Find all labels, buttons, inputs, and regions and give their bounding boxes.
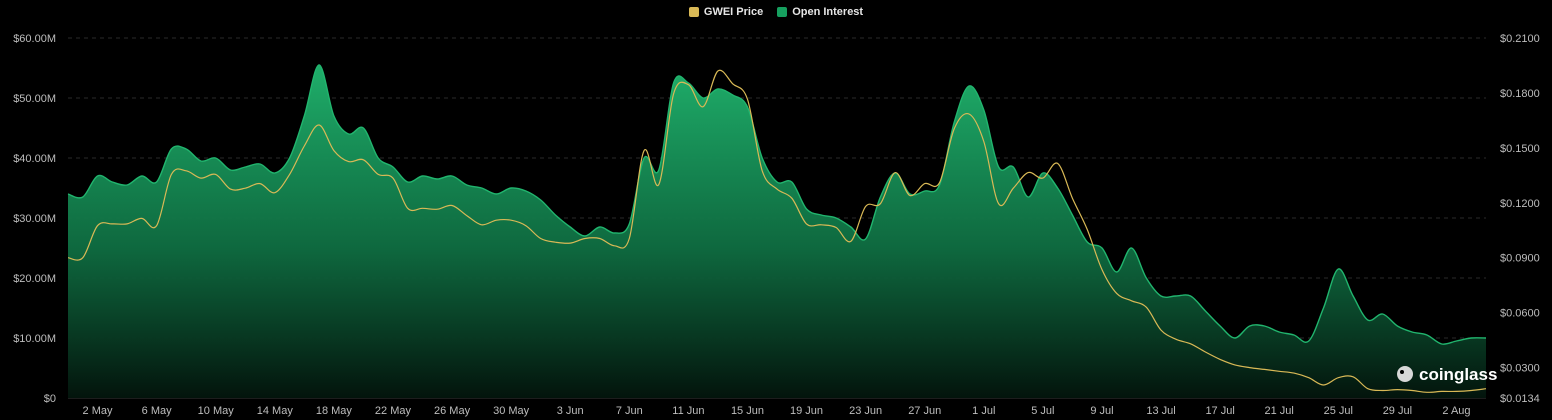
x-axis-tick-label: 1 Jul — [972, 405, 995, 417]
x-axis-tick-label: 15 Jun — [731, 405, 764, 417]
watermark-text: coinglass — [1419, 365, 1497, 384]
x-axis-tick-label: 10 May — [198, 405, 235, 417]
x-axis-tick-label: 30 May — [493, 405, 530, 417]
right-axis-tick-label: $0.1200 — [1500, 198, 1540, 210]
left-axis: $0 $10.00M $20.00M $30.00M $40.00M $50.00M $60… — [13, 33, 56, 405]
x-axis-tick-label: 21 Jul — [1265, 405, 1294, 417]
left-axis-tick-label: $40.00M — [13, 153, 56, 165]
x-axis-tick-label: 2 Aug — [1442, 405, 1470, 417]
right-axis-tick-label: $0.0300 — [1500, 363, 1540, 375]
right-axis-tick-label: $0.1500 — [1500, 143, 1540, 155]
x-axis-tick-label: 29 Jul — [1383, 405, 1412, 417]
left-axis-tick-label: $10.00M — [13, 333, 56, 345]
left-axis-tick-label: $20.00M — [13, 273, 56, 285]
coinglass-logo-icon — [1397, 366, 1413, 382]
x-axis-tick-label: 2 May — [83, 405, 113, 417]
right-axis-tick-label: $0.0600 — [1500, 308, 1540, 320]
x-axis-tick-label: 9 Jul — [1090, 405, 1113, 417]
x-axis-tick-label: 23 Jun — [849, 405, 882, 417]
chart-plot: $0 $10.00M $20.00M $30.00M $40.00M $50.00M $60… — [13, 33, 1540, 417]
x-axis-tick-label: 19 Jun — [790, 405, 823, 417]
coinglass-logo-icon-detail — [1400, 370, 1404, 374]
left-axis-tick-label: $30.00M — [13, 213, 56, 225]
left-axis-tick-label: $60.00M — [13, 33, 56, 45]
right-axis-tick-label: $0.0134 — [1500, 393, 1540, 405]
x-axis-tick-label: 11 Jun — [672, 405, 704, 417]
right-axis-tick-label: $0.1800 — [1500, 88, 1540, 100]
left-axis-tick-label: $50.00M — [13, 93, 56, 105]
x-axis: 2 May 6 May 10 May 14 May 18 May 22 May 26 May… — [83, 405, 1471, 417]
x-axis-tick-label: 7 Jun — [616, 405, 643, 417]
open-interest-area — [68, 65, 1486, 398]
x-axis-tick-label: 6 May — [142, 405, 172, 417]
x-axis-tick-label: 13 Jul — [1146, 405, 1175, 417]
x-axis-tick-label: 5 Jul — [1031, 405, 1054, 417]
series-layer — [67, 64, 1487, 398]
right-axis-tick-label: $0.0900 — [1500, 253, 1540, 265]
right-axis-tick-label: $0.2100 — [1500, 33, 1540, 45]
x-axis-tick-label: 18 May — [316, 405, 353, 417]
x-axis-tick-label: 27 Jun — [908, 405, 941, 417]
x-axis-tick-label: 3 Jun — [557, 405, 584, 417]
x-axis-tick-label: 22 May — [375, 405, 412, 417]
right-axis: $0.0134 $0.0300 $0.0600 $0.0900 $0.1200 $0.15… — [1500, 33, 1540, 405]
x-axis-tick-label: 25 Jul — [1324, 405, 1353, 417]
chart-container: GWEI Price Open Interest $0 $10.00M $20.00… — [0, 0, 1552, 420]
left-axis-tick-label: $0 — [44, 393, 56, 405]
x-axis-tick-label: 26 May — [434, 405, 471, 417]
x-axis-tick-label: 14 May — [257, 405, 294, 417]
x-axis-tick-label: 17 Jul — [1205, 405, 1234, 417]
